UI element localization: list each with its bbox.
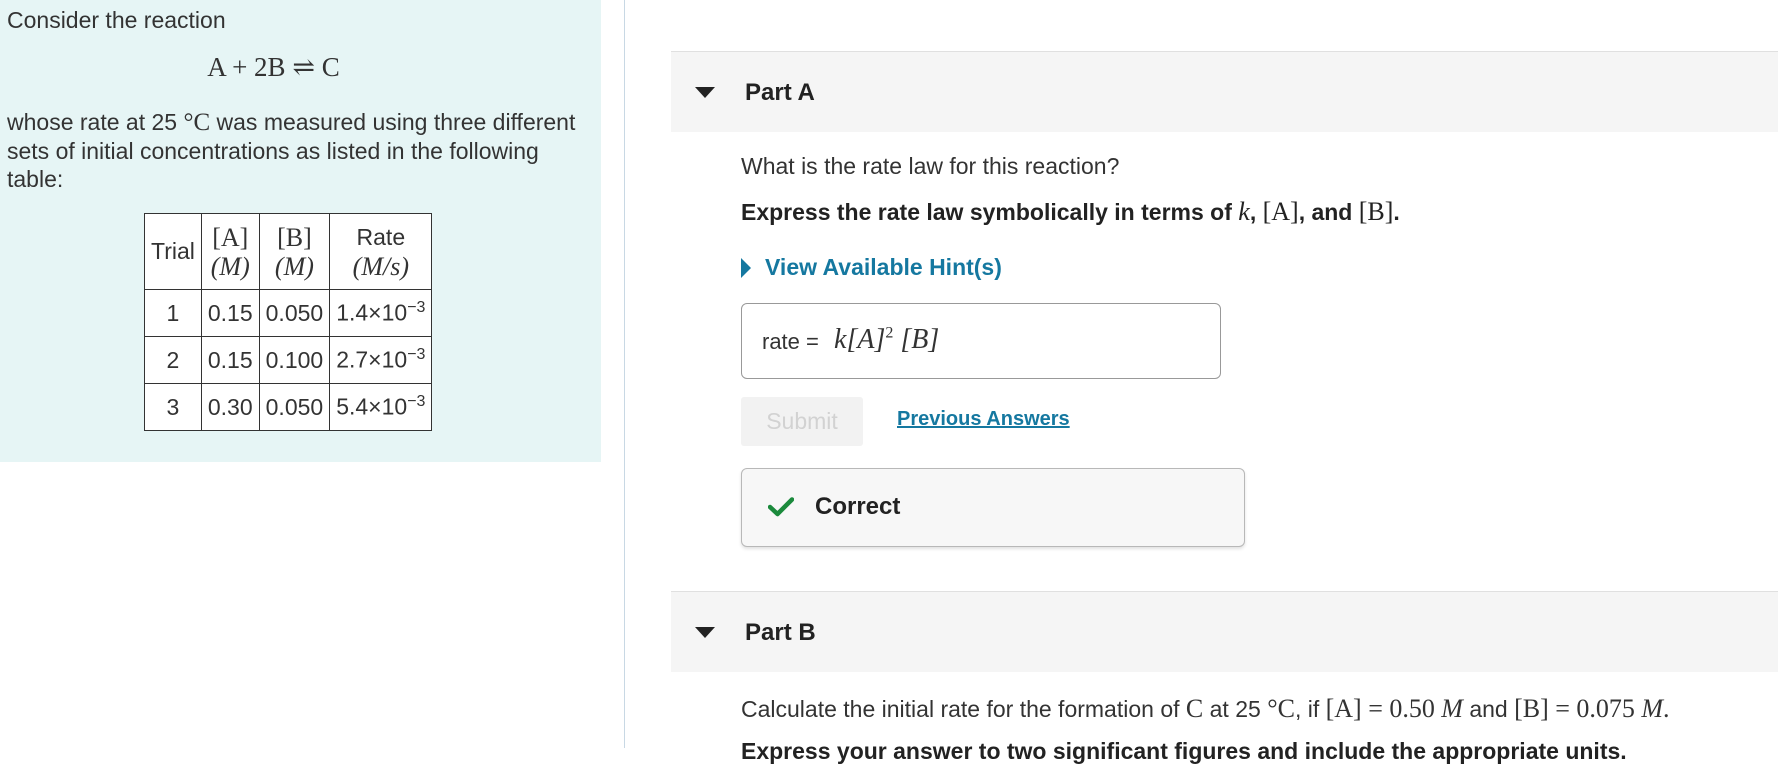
cell-trial: 2: [144, 336, 202, 384]
cell-conc-b: 0.050: [258, 289, 331, 337]
cell-trial: 3: [144, 383, 202, 431]
part-b-instruction: Express your answer to two significant f…: [741, 738, 1627, 764]
problem-intro: Consider the reaction: [7, 7, 226, 33]
cell-rate: 5.4×10−3: [329, 383, 433, 431]
cell-rate: 2.7×10−3: [329, 336, 433, 384]
checkmark-icon: [768, 497, 794, 517]
caret-down-icon[interactable]: [695, 87, 715, 98]
table-row: 2 0.15 0.100 2.7×10−3: [144, 336, 433, 384]
cell-conc-a: 0.15: [200, 336, 260, 384]
view-hints-label[interactable]: View Available Hint(s): [765, 254, 1002, 281]
answer-expression[interactable]: k[A]2 [B]: [834, 324, 939, 356]
column-divider: [624, 0, 625, 748]
table-header-row: Trial [A] (M) [B] (M) Rate (M/s): [144, 213, 433, 290]
previous-answers-link[interactable]: Previous Answers: [897, 408, 1070, 431]
part-a-header[interactable]: Part A: [671, 51, 1778, 132]
reaction-reactant-a: A: [207, 52, 226, 82]
problem-description: whose rate at 25 °C was measured using t…: [7, 109, 576, 192]
answer-input[interactable]: rate = k[A]2 [B]: [741, 303, 1221, 379]
submit-button[interactable]: Submit: [741, 397, 863, 446]
temperature-unit: °C: [183, 109, 211, 136]
cell-rate: 1.4×10−3: [329, 289, 433, 337]
cell-trial: 1: [144, 289, 202, 337]
view-hints-toggle[interactable]: View Available Hint(s): [741, 254, 1002, 281]
problem-panel: Consider the reaction A + 2B ⇌ C whose r…: [0, 0, 601, 462]
table-row: 3 0.30 0.050 5.4×10−3: [144, 383, 433, 431]
part-b-title: Part B: [745, 619, 816, 646]
cell-conc-b: 0.100: [258, 336, 331, 384]
concentration-table: Trial [A] (M) [B] (M) Rate (M/s) 1 0.15: [144, 213, 433, 431]
header-rate: Rate (M/s): [329, 213, 433, 290]
caret-down-icon[interactable]: [695, 627, 715, 638]
cell-conc-a: 0.15: [200, 289, 260, 337]
feedback-box: Correct: [741, 468, 1245, 547]
reaction-equation: A + 2B ⇌ C: [0, 52, 601, 83]
header-conc-b: [B] (M): [258, 213, 331, 290]
caret-right-icon: [741, 257, 751, 278]
part-b-header[interactable]: Part B: [671, 591, 1778, 672]
feedback-text: Correct: [815, 493, 901, 520]
cell-conc-b: 0.050: [258, 383, 331, 431]
header-conc-a: [A] (M): [200, 213, 260, 290]
reaction-product-c: C: [321, 52, 340, 82]
reaction-plus: +: [232, 52, 248, 82]
part-b-question: Calculate the initial rate for the forma…: [741, 694, 1670, 723]
part-a-title: Part A: [745, 79, 815, 106]
part-a-instruction: Express the rate law symbolically in ter…: [741, 197, 1400, 226]
part-a-question: What is the rate law for this reaction?: [741, 153, 1120, 179]
reaction-reactant-b: 2B: [254, 52, 286, 82]
table-row: 1 0.15 0.050 1.4×10−3: [144, 289, 433, 337]
cell-conc-a: 0.30: [200, 383, 260, 431]
header-trial: Trial: [144, 213, 202, 290]
answer-label: rate =: [762, 329, 819, 354]
equilibrium-arrow-icon: ⇌: [292, 52, 315, 82]
